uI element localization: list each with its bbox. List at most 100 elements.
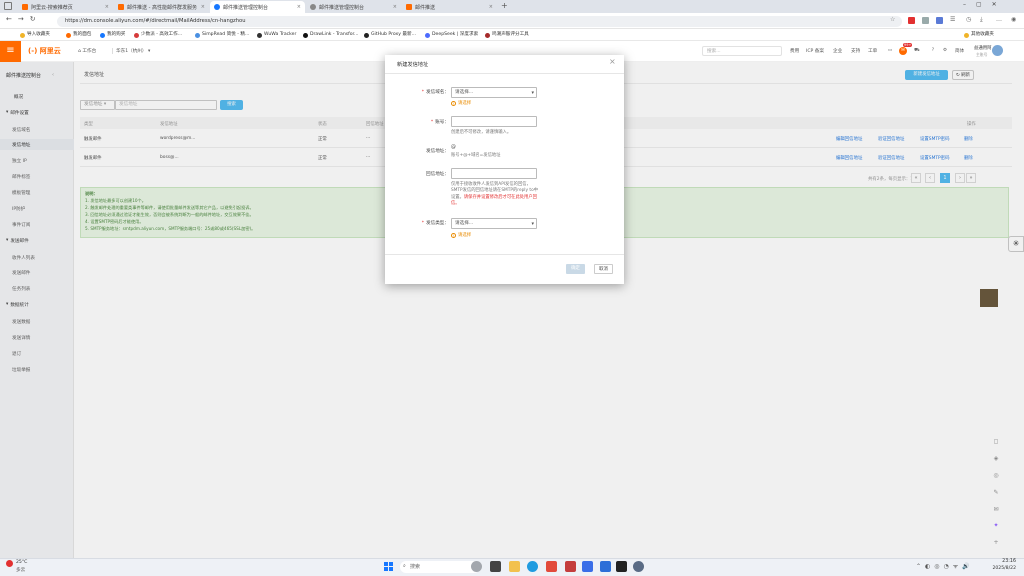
sidebar-tool-icon[interactable]: ◈ (991, 454, 1001, 464)
other-bookmarks[interactable]: 其他收藏夹 (964, 30, 994, 40)
app-icon[interactable] (582, 561, 593, 572)
app-icon[interactable] (633, 561, 644, 572)
close-icon[interactable]: × (489, 4, 493, 10)
favorite-star-icon[interactable]: ☆ (890, 16, 895, 23)
new-tab-button[interactable]: + (501, 1, 508, 10)
extension-icon[interactable] (908, 17, 915, 24)
bookmark-item[interactable]: 我的面包 (66, 30, 91, 40)
address-hint: 账号+@+域名=发信地址 (451, 153, 501, 158)
bookmark-label: 少数派 - 高效工作... (141, 32, 183, 37)
language-selector[interactable]: 简体 (955, 48, 964, 54)
bookmark-label: SimpRead 简悦 - 精... (202, 32, 250, 37)
tab-console-2[interactable]: 邮件推送管理控制台 × (306, 1, 401, 13)
add-icon[interactable]: + (991, 538, 1001, 548)
close-icon[interactable]: × (105, 4, 109, 10)
aliyun-logo[interactable]: (-) 阿里云 (28, 46, 61, 56)
folder-icon (964, 32, 969, 38)
tab-product-page[interactable]: 邮件推送 - 高性能邮件群发服务 × (114, 1, 209, 13)
sidebar-tool-icon[interactable]: ◻ (991, 437, 1001, 447)
confirm-button[interactable]: 确定 (566, 264, 585, 274)
type-select[interactable]: 请选择... ▾ (451, 218, 537, 229)
tab-console-active[interactable]: 邮件推送管理控制台 × (210, 1, 305, 13)
windows-start-icon[interactable] (384, 562, 393, 571)
sidebar-tool-icon[interactable]: ✉ (991, 505, 1001, 515)
domain-select[interactable]: 请选择... ▾ (451, 87, 537, 98)
sidebar-tool-icon[interactable]: ◎ (991, 471, 1001, 481)
favorites-icon[interactable]: ☰ (950, 16, 955, 23)
account-hint: 创建后不可修改，请谨慎输入。 (451, 130, 512, 135)
bookmark-item[interactable]: 鸣潮声骸评分工具 (485, 30, 529, 40)
avatar[interactable] (992, 45, 1003, 56)
app-icon[interactable] (565, 561, 576, 572)
close-icon[interactable]: × (393, 4, 397, 10)
app-icon[interactable] (616, 561, 627, 572)
bookmark-item[interactable]: DrawLink - Transfor... (303, 30, 358, 40)
extension-icon[interactable] (922, 17, 929, 24)
region-selector[interactable]: 华东1（杭州） ▾ (112, 48, 153, 54)
aliyun-favicon-icon (406, 4, 412, 10)
more-icon[interactable]: … (996, 16, 1002, 23)
cart-icon[interactable]: ⛟ (913, 47, 921, 55)
taskbar-search[interactable]: 搜索 (400, 561, 480, 573)
edge-browser-icon[interactable] (527, 561, 538, 572)
bookmark-item[interactable]: SimpRead 简悦 - 精... (195, 30, 249, 40)
bookmark-item[interactable]: 少数派 - 高效工作... (134, 30, 182, 40)
dialog-footer-divider (385, 254, 624, 255)
file-explorer-icon[interactable] (509, 561, 520, 572)
settings-icon[interactable]: ⚙ (941, 47, 949, 55)
url-input[interactable]: https://dm.console.aliyun.com/#/directma… (57, 16, 902, 27)
bookmark-item[interactable]: DeepSeek | 深度求索 (425, 30, 478, 40)
tab-directmail[interactable]: 邮件推送 × (402, 1, 497, 13)
bookmark-import[interactable]: 导入收藏夹 (20, 30, 50, 40)
tab-label: 邮件推送 - 高性能邮件群发服务 (127, 4, 197, 11)
taskbar-app-icon[interactable] (471, 561, 482, 572)
bookmark-item[interactable]: WuWa Tracker (257, 30, 296, 40)
field-label-reply: 回信地址： (396, 171, 449, 177)
close-icon[interactable]: × (609, 57, 616, 66)
field-label-text: 发信域名： (426, 90, 449, 95)
bookmark-label: 我的面包 (73, 32, 92, 37)
header-link-ticket[interactable]: 工单 (868, 48, 877, 54)
workbench-link[interactable]: ⌂ 工作台 (78, 48, 96, 54)
downloads-icon[interactable]: ⤓ (980, 16, 983, 24)
sidebar-tool-icon[interactable]: ✦ (991, 521, 1001, 531)
user-role: 主账号 (976, 52, 988, 57)
domain-select-value: 请选择... (455, 90, 474, 95)
extension-icon[interactable] (936, 17, 943, 24)
account-input[interactable] (451, 116, 537, 127)
menu-icon[interactable]: ≡ (0, 41, 21, 62)
close-icon[interactable]: × (201, 4, 205, 10)
weather-icon[interactable] (6, 560, 13, 567)
reply-address-input[interactable] (451, 168, 537, 179)
task-view-icon[interactable] (490, 561, 501, 572)
bookmark-item[interactable]: 我的购买 (100, 30, 125, 40)
tab-actions-icon[interactable] (4, 2, 12, 10)
user-name[interactable]: 益通用阿 (974, 45, 992, 51)
wps-icon[interactable] (546, 561, 557, 572)
bookmark-item[interactable]: GitHub Proxy 最新... (364, 30, 416, 40)
copilot-icon[interactable]: ◉ (1011, 16, 1016, 23)
cancel-button[interactable]: 取消 (594, 264, 613, 274)
bookmark-favicon-icon (257, 32, 262, 38)
bookmark-favicon-icon (100, 32, 105, 38)
help-icon[interactable]: ? (929, 47, 937, 55)
bookmark-favicon-icon (485, 32, 490, 38)
clock-date[interactable]: 2025/8/22 (990, 566, 1016, 571)
notification-icon[interactable]: ✉ (899, 47, 907, 55)
header-link-support[interactable]: 支持 (851, 48, 860, 54)
history-icon[interactable]: ◷ (966, 16, 971, 23)
terminal-icon[interactable]: ▭ (886, 47, 894, 55)
warning-icon: ! (451, 100, 456, 106)
header-link-billing[interactable]: 费用 (790, 48, 799, 54)
nav-buttons[interactable]: ←→↻ (6, 15, 42, 23)
window-controls[interactable]: –▢✕ (963, 1, 1007, 8)
sidebar-tool-icon[interactable]: ✎ (991, 488, 1001, 498)
system-tray-icons[interactable]: ⌃◐◎◔ᯤ🔊 (916, 562, 974, 570)
clock-time[interactable]: 23:16 (994, 559, 1016, 564)
header-link-enterprise[interactable]: 企业 (833, 48, 842, 54)
tab-search-recommend[interactable]: 阿里云-搜索推荐页 × (18, 1, 113, 13)
app-icon[interactable] (600, 561, 611, 572)
console-search-input[interactable]: 搜索... (702, 46, 782, 56)
close-icon[interactable]: × (297, 4, 301, 10)
header-link-icp[interactable]: ICP 备案 (806, 48, 824, 54)
